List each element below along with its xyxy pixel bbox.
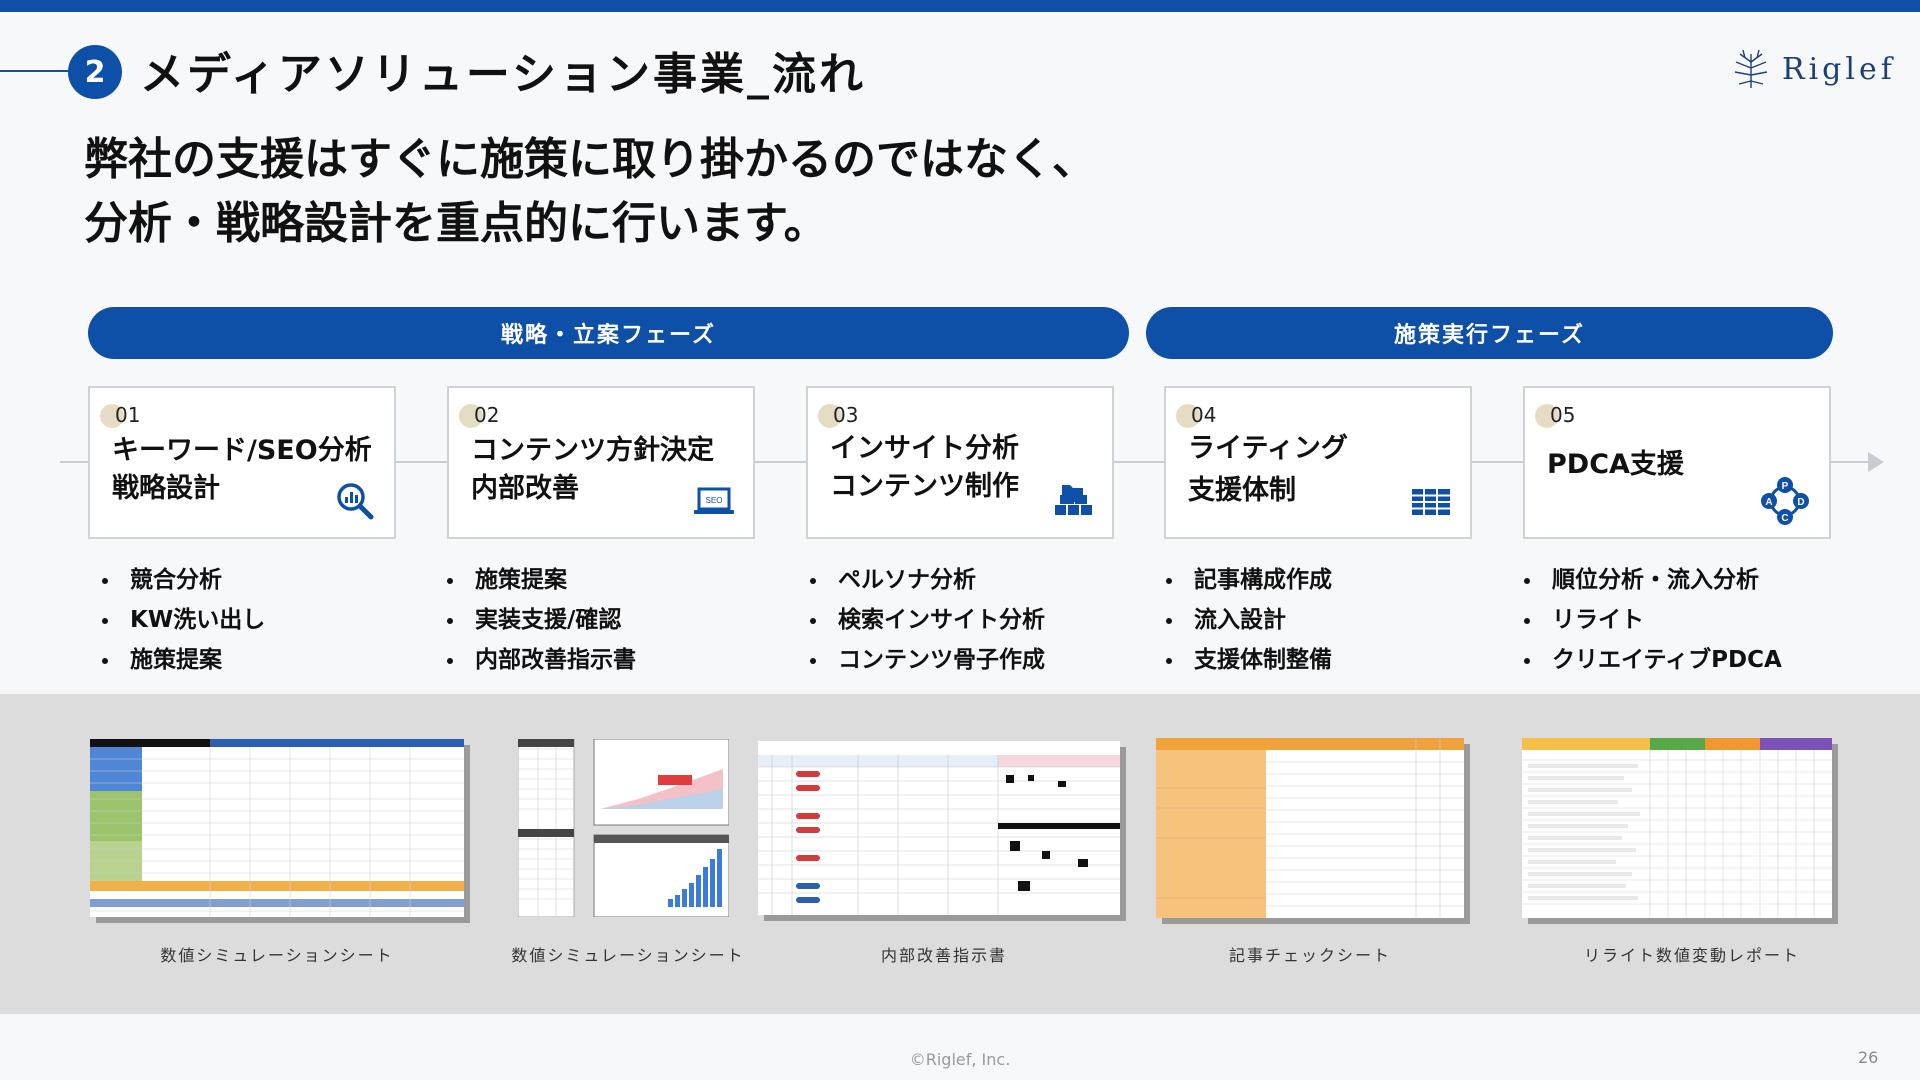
pdca-cycle-icon: P D C A (1761, 477, 1809, 525)
step-number: 04 (1191, 403, 1217, 427)
list-item: 支援体制整備 (1162, 640, 1332, 680)
gallery-caption: リライト数値変動レポート (1583, 946, 1801, 965)
step-title-line-1: コンテンツ方針決定 (471, 435, 714, 466)
list-item: 検索インサイト分析 (806, 600, 1045, 640)
step-card-04: 04 ライティング 支援体制 (1164, 386, 1472, 539)
step-title-line-2: 支援体制 (1188, 475, 1296, 506)
gallery-caption: 記事チェックシート (1228, 946, 1392, 965)
list-item: 流入設計 (1162, 600, 1332, 640)
pdca-letter-a: A (1765, 497, 1772, 508)
step-card-02: 02 コンテンツ方針決定 内部改善 SEO (447, 386, 755, 539)
step-title: PDCA支援 (1547, 446, 1684, 484)
improvement-sheet-thumbnail (758, 741, 1120, 915)
phase-banner-strategy: 戦略・立案フェーズ (88, 307, 1129, 359)
chart-preview-image (518, 739, 729, 917)
check-sheet-preview-image (1156, 738, 1464, 918)
top-accent-bar (0, 0, 1920, 12)
headline-line-2: 分析・戦略設計を重点的に行います。 (84, 198, 828, 249)
section-number-badge: 2 (68, 45, 122, 99)
step-title-line-1: PDCA支援 (1547, 449, 1684, 480)
list-item: KW洗い出し (98, 600, 265, 640)
pdca-letter-d: D (1797, 497, 1804, 508)
list-item: クリエイティブPDCA (1520, 640, 1782, 680)
seo-laptop-icon: SEO (694, 487, 734, 514)
company-logo: Riglef (1730, 48, 1896, 90)
spreadsheet-preview-image (90, 739, 464, 917)
simulation-chart-thumbnail (518, 739, 729, 917)
step-title-line-2: 戦略設計 (112, 473, 220, 504)
rewrite-report-preview-image (1522, 738, 1832, 918)
step-number: 05 (1550, 403, 1576, 427)
headline: 弊社の支援はすぐに施策に取り掛かるのではなく、 分析・戦略設計を重点的に行います… (84, 128, 1096, 256)
step-title-line-2: コンテンツ制作 (830, 471, 1019, 502)
step-title-line-2: 内部改善 (471, 473, 579, 504)
list-item: リライト (1520, 600, 1782, 640)
step-number: 02 (474, 403, 500, 427)
tree-logo-icon (1734, 49, 1768, 88)
step-04-bullets: 記事構成作成 流入設計 支援体制整備 (1162, 560, 1332, 680)
list-item: 記事構成作成 (1162, 560, 1332, 600)
page-number: 26 (1858, 1048, 1879, 1067)
magnifier-chart-icon (337, 483, 374, 520)
gallery-caption: 内部改善指示書 (880, 946, 1008, 965)
folder-boxes-icon (1055, 485, 1092, 515)
list-item: 競合分析 (98, 560, 265, 600)
step-title-line-1: キーワード/SEO分析 (112, 435, 372, 466)
step-02-bullets: 施策提案 実装支援/確認 内部改善指示書 (443, 560, 636, 680)
list-item: ペルソナ分析 (806, 560, 1045, 600)
step-03-bullets: ペルソナ分析 検索インサイト分析 コンテンツ骨子作成 (806, 560, 1045, 680)
step-title: インサイト分析 コンテンツ制作 (830, 430, 1019, 506)
list-item: 実装支援/確認 (443, 600, 636, 640)
section-title: メディアソリューション事業_流れ (140, 49, 867, 100)
sample-gallery: 数値シミュレーションシート 数値シミュレーションシート 内部改善指示書 記事チェ… (0, 694, 1920, 1014)
flow-arrow-head (1868, 452, 1884, 472)
gallery-caption: 数値シミュレーションシート (160, 946, 394, 965)
step-number: 03 (833, 403, 859, 427)
step-05-bullets: 順位分析・流入分析 リライト クリエイティブPDCA (1520, 560, 1782, 680)
list-item: 内部改善指示書 (443, 640, 636, 680)
pdca-letter-p: P (1782, 481, 1789, 492)
pdca-letter-c: C (1781, 513, 1788, 524)
simulation-sheet-thumbnail (90, 739, 464, 917)
headline-line-1: 弊社の支援はすぐに施策に取り掛かるのではなく、 (84, 134, 1096, 185)
rewrite-report-thumbnail (1522, 738, 1832, 918)
logo-text: Riglef (1782, 51, 1896, 87)
step-title-line-1: インサイト分析 (830, 433, 1019, 464)
title-rule (0, 70, 70, 72)
copyright: ©Riglef, Inc. (909, 1050, 1011, 1069)
step-card-03: 03 インサイト分析 コンテンツ制作 (806, 386, 1114, 539)
step-number: 01 (115, 403, 141, 427)
phase-banner-execution: 施策実行フェーズ (1146, 307, 1833, 359)
seo-icon-label: SEO (706, 496, 723, 505)
list-item: コンテンツ骨子作成 (806, 640, 1045, 680)
gallery-caption: 数値シミュレーションシート (511, 946, 745, 965)
list-item: 施策提案 (443, 560, 636, 600)
step-card-05: 05 PDCA支援 P D C A (1523, 386, 1831, 539)
step-01-bullets: 競合分析 KW洗い出し 施策提案 (98, 560, 265, 680)
list-item: 施策提案 (98, 640, 265, 680)
instruction-preview-image (758, 755, 1120, 915)
step-title: ライティング 支援体制 (1188, 428, 1348, 512)
step-title: キーワード/SEO分析 戦略設計 (112, 432, 372, 508)
step-title-line-1: ライティング (1188, 433, 1348, 464)
step-title: コンテンツ方針決定 内部改善 (471, 432, 714, 508)
grid-table-icon (1412, 489, 1450, 515)
list-item: 順位分析・流入分析 (1520, 560, 1782, 600)
step-card-01: 01 キーワード/SEO分析 戦略設計 (88, 386, 396, 539)
check-sheet-thumbnail (1156, 738, 1464, 918)
